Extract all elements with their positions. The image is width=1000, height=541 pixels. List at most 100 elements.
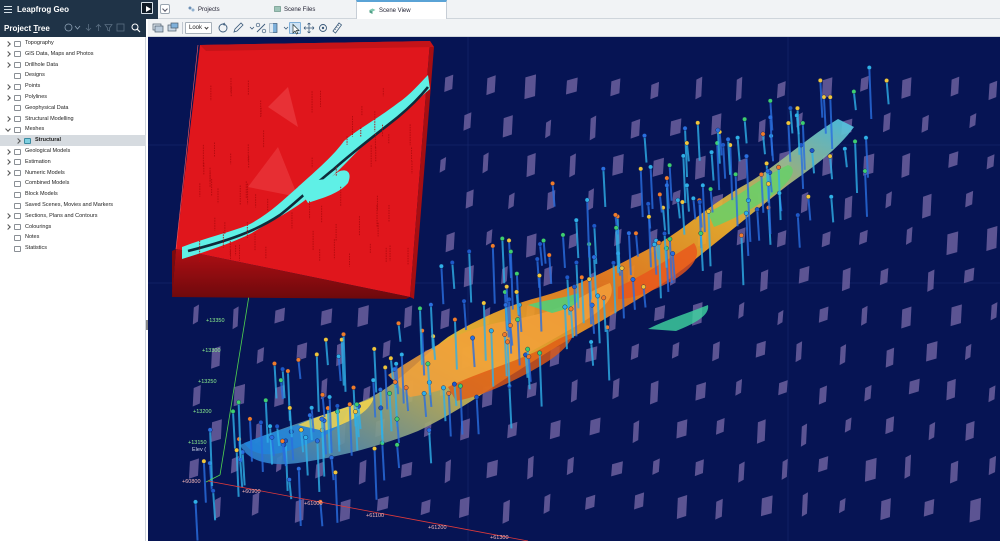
tree-item-label: Block Models bbox=[25, 191, 58, 198]
tree-item[interactable]: Notes bbox=[0, 232, 146, 243]
chevron-right-icon[interactable] bbox=[5, 62, 11, 68]
tree-item-label: Geophysical Data bbox=[25, 104, 69, 111]
structural-disc bbox=[649, 380, 659, 405]
chevron-down-icon[interactable] bbox=[73, 23, 82, 32]
structural-block-inset[interactable] bbox=[172, 41, 434, 299]
drillhole-collar bbox=[287, 405, 293, 411]
structural-disc bbox=[755, 340, 766, 358]
clock-icon[interactable] bbox=[64, 23, 73, 32]
screenshot-icon[interactable] bbox=[167, 22, 179, 34]
draw-options-chevron-icon[interactable] bbox=[246, 22, 255, 34]
drillhole-trace bbox=[602, 168, 607, 207]
drillhole-trace bbox=[508, 386, 513, 429]
structural-disc bbox=[439, 157, 447, 173]
tree-item[interactable]: Estimation bbox=[0, 157, 146, 168]
filter-icon[interactable] bbox=[104, 23, 113, 32]
structural-disc bbox=[946, 231, 959, 256]
tree-item[interactable]: Statistics bbox=[0, 243, 146, 254]
chevron-right-icon[interactable] bbox=[5, 40, 11, 47]
tree-item[interactable]: Geophysical Data bbox=[0, 103, 146, 114]
tree-item[interactable]: Block Models bbox=[0, 189, 146, 200]
look-dropdown[interactable]: Look bbox=[185, 22, 212, 34]
drillhole-trace bbox=[662, 207, 667, 231]
search-icon[interactable] bbox=[131, 23, 141, 33]
drillhole-collar bbox=[387, 390, 392, 396]
tree-item[interactable]: Points bbox=[0, 81, 146, 92]
structural-disc bbox=[861, 305, 868, 326]
tree-item-label: Estimation bbox=[25, 158, 51, 165]
tree-item[interactable]: Sections, Plans and Contours bbox=[0, 211, 146, 222]
drillhole-collar bbox=[562, 304, 568, 310]
structural-disc bbox=[864, 384, 872, 402]
tree-item-label: Statistics bbox=[25, 245, 48, 252]
y-axis-tick-label: +13150 bbox=[188, 440, 207, 446]
structural-disc bbox=[440, 308, 450, 330]
chevron-right-icon[interactable] bbox=[5, 94, 11, 101]
structural-disc bbox=[376, 496, 389, 512]
drillhole-collar bbox=[564, 274, 570, 280]
structural-disc bbox=[969, 113, 977, 129]
select-pointer-icon[interactable] bbox=[289, 22, 301, 35]
tree-item[interactable]: Colourings bbox=[0, 222, 146, 233]
structural-disc bbox=[859, 229, 868, 245]
pencil-icon[interactable] bbox=[232, 22, 244, 34]
hamburger-icon[interactable] bbox=[0, 0, 14, 19]
tree-item[interactable]: Polylines bbox=[0, 92, 146, 103]
tab-scene-files[interactable]: Scene Files bbox=[262, 0, 348, 19]
chevron-right-icon[interactable] bbox=[5, 148, 11, 155]
scene-list-icon[interactable] bbox=[152, 22, 164, 34]
drillhole-collar bbox=[458, 383, 463, 389]
drillhole-collar bbox=[319, 416, 325, 422]
tree-item[interactable]: Combined Models bbox=[0, 178, 146, 189]
tab-scene-view[interactable]: Scene View bbox=[356, 0, 447, 19]
scene-3d-canvas[interactable] bbox=[148, 37, 1000, 541]
folder-icon bbox=[14, 159, 21, 166]
tree-item[interactable]: Designs bbox=[0, 70, 146, 81]
tree-item[interactable]: Topography bbox=[0, 38, 146, 49]
structural-disc bbox=[502, 499, 510, 524]
chevron-right-icon[interactable] bbox=[5, 159, 11, 166]
structural-disc bbox=[695, 76, 703, 100]
drillhole-collar bbox=[534, 256, 540, 262]
tree-item[interactable]: Numeric Models bbox=[0, 168, 146, 179]
section-options-chevron-icon[interactable] bbox=[280, 22, 289, 34]
tree-item[interactable]: GIS Data, Maps and Photos bbox=[0, 49, 146, 60]
drillhole-collar bbox=[765, 168, 771, 174]
structural-disc bbox=[610, 78, 621, 97]
drillhole-collar bbox=[743, 210, 749, 216]
tree-item[interactable]: Structural Modelling bbox=[0, 114, 146, 125]
chevron-right-icon[interactable] bbox=[5, 51, 11, 58]
chevron-right-icon[interactable] bbox=[5, 83, 11, 90]
tab-list-chevron-icon[interactable] bbox=[160, 4, 170, 14]
drillhole-collar bbox=[354, 402, 360, 407]
chevron-right-icon[interactable] bbox=[5, 116, 11, 122]
scene-viewport[interactable]: +13350 +13300 +13250 +13200 +13150 Elev … bbox=[148, 37, 1000, 541]
structural-disc bbox=[527, 455, 534, 480]
tree-item[interactable]: Meshes bbox=[0, 124, 146, 135]
chevron-right-icon[interactable] bbox=[5, 213, 11, 220]
arrow-up-icon[interactable] bbox=[94, 23, 103, 32]
section-box-icon[interactable] bbox=[268, 22, 280, 34]
play-icon[interactable] bbox=[141, 2, 153, 14]
tree-item[interactable]: Saved Scenes, Movies and Markers bbox=[0, 200, 146, 211]
tree-item[interactable]: Structural bbox=[0, 135, 146, 147]
collapse-icon[interactable] bbox=[116, 23, 125, 32]
tree-item[interactable]: Geological Models bbox=[0, 146, 146, 157]
chevron-right-icon[interactable] bbox=[5, 170, 11, 176]
chevron-right-icon[interactable] bbox=[15, 137, 21, 144]
chevron-right-icon[interactable] bbox=[5, 224, 11, 230]
arrow-down-icon[interactable] bbox=[84, 23, 93, 32]
structural-disc bbox=[885, 347, 895, 368]
move-icon[interactable] bbox=[303, 22, 315, 34]
chevron-down-icon[interactable] bbox=[5, 126, 11, 132]
orbit-icon[interactable] bbox=[317, 22, 329, 34]
structural-disc bbox=[901, 306, 912, 329]
ruler-icon[interactable] bbox=[331, 22, 343, 34]
structural-disc bbox=[713, 270, 723, 291]
folder-icon bbox=[14, 51, 21, 58]
tab-projects[interactable]: Projects bbox=[176, 0, 262, 19]
rotate-icon[interactable] bbox=[217, 22, 229, 34]
structural-disc bbox=[838, 498, 846, 514]
slice-icon[interactable] bbox=[255, 22, 267, 34]
tree-item[interactable]: Drillhole Data bbox=[0, 60, 146, 71]
